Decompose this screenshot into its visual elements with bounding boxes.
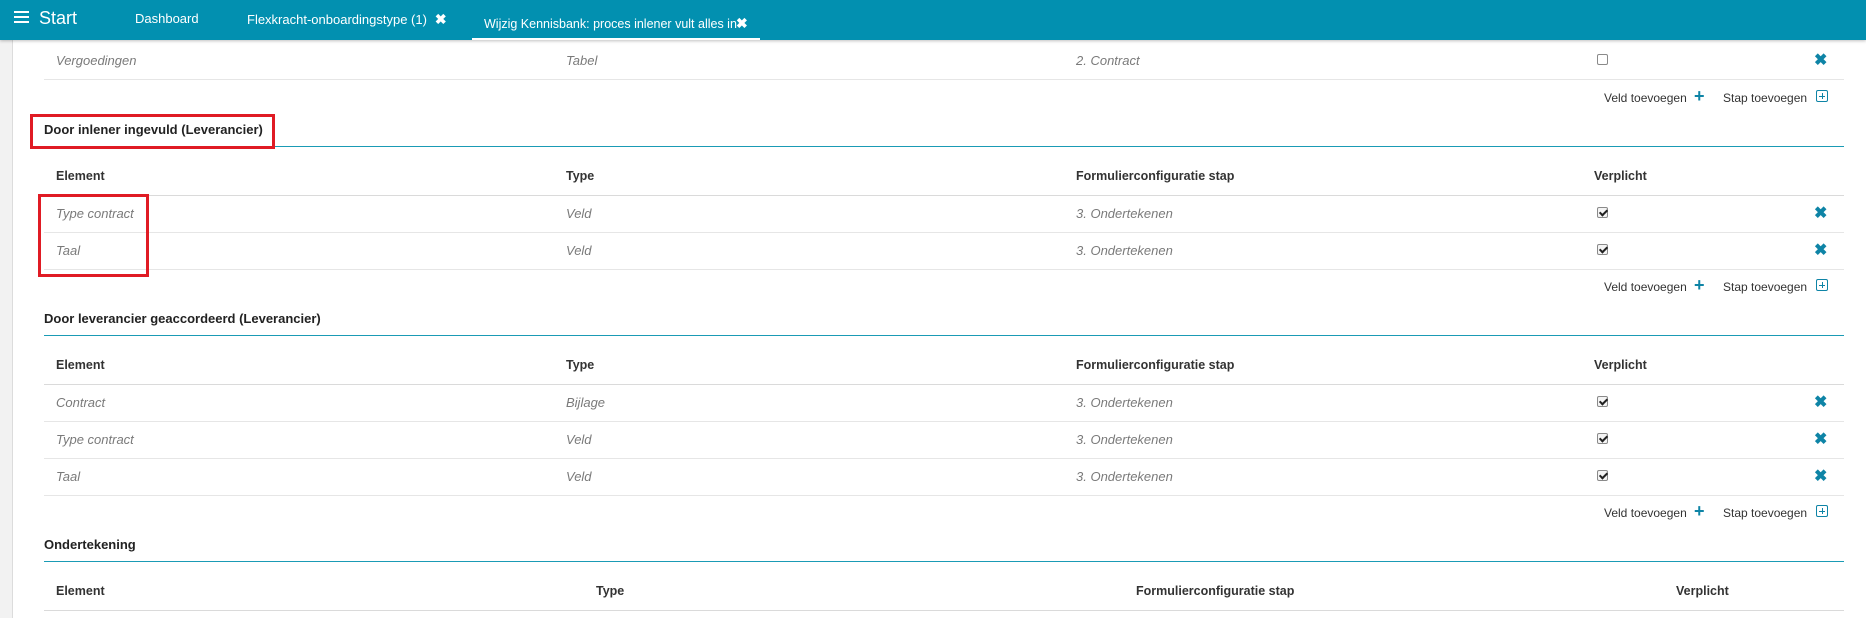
delete-icon[interactable]: ✖ <box>1814 392 1827 412</box>
delete-icon[interactable]: ✖ <box>1814 203 1827 223</box>
column-header-verplicht: Verplicht <box>1594 358 1647 372</box>
start-link[interactable]: Start <box>39 8 77 29</box>
tab-wijzig-kennisbank[interactable]: Wijzig Kennisbank: proces inlener vult a… <box>472 8 760 40</box>
verplicht-checkbox[interactable] <box>1597 470 1608 481</box>
verplicht-checkbox[interactable] <box>1597 396 1608 407</box>
plus-icon[interactable]: + <box>1694 501 1705 522</box>
close-icon[interactable]: ✖ <box>736 15 748 32</box>
tab-dashboard[interactable]: Dashboard <box>135 11 199 26</box>
verplicht-checkbox[interactable] <box>1597 207 1608 218</box>
column-header-verplicht: Verplicht <box>1594 169 1647 183</box>
stap-toevoegen-link[interactable]: Stap toevoegen <box>1723 280 1807 294</box>
column-header-stap: Formulierconfiguratie stap <box>1076 169 1235 183</box>
section-title: Ondertekening <box>44 537 136 552</box>
type-cell: Tabel <box>566 53 598 68</box>
column-header-element: Element <box>56 584 105 598</box>
section-actions: Veld toevoegen + Stap toevoegen <box>44 84 1844 112</box>
veld-toevoegen-link[interactable]: Veld toevoegen <box>1604 91 1687 105</box>
stap-cell: 3. Ondertekenen <box>1076 243 1173 258</box>
verplicht-checkbox[interactable] <box>1597 244 1608 255</box>
verplicht-checkbox[interactable] <box>1597 54 1608 65</box>
table-row: Contract Bijlage 3. Ondertekenen ✖ <box>44 384 1844 422</box>
type-cell: Veld <box>566 243 592 258</box>
stap-toevoegen-link[interactable]: Stap toevoegen <box>1723 506 1807 520</box>
section-title: Door leverancier geaccordeerd (Leveranci… <box>44 311 321 326</box>
highlight-box <box>38 194 149 277</box>
table-row: Vergoedingen Tabel 2. Contract ✖ <box>44 42 1844 80</box>
element-cell: Taal <box>56 469 81 484</box>
section-header: Door inlener ingevuld (Leverancier) <box>44 110 1844 147</box>
plus-icon[interactable]: + <box>1694 275 1705 296</box>
stap-cell: 3. Ondertekenen <box>1076 432 1173 447</box>
table-header: Element Type Formulierconfiguratie stap … <box>44 573 1844 611</box>
top-navigation-bar: Start Dashboard Flexkracht-onboardingsty… <box>0 0 1866 40</box>
veld-toevoegen-link[interactable]: Veld toevoegen <box>1604 280 1687 294</box>
type-cell: Veld <box>566 206 592 221</box>
stap-cell: 2. Contract <box>1076 53 1140 68</box>
add-box-icon[interactable] <box>1816 279 1828 291</box>
close-icon[interactable]: ✖ <box>435 11 447 27</box>
type-cell: Veld <box>566 432 592 447</box>
delete-icon[interactable]: ✖ <box>1814 240 1827 260</box>
table-row: Type contract Veld 3. Ondertekenen ✖ <box>44 195 1844 233</box>
stap-toevoegen-link[interactable]: Stap toevoegen <box>1723 91 1807 105</box>
stap-cell: 3. Ondertekenen <box>1076 206 1173 221</box>
column-header-stap: Formulierconfiguratie stap <box>1076 358 1235 372</box>
column-header-verplicht: Verplicht <box>1676 584 1729 598</box>
type-cell: Bijlage <box>566 395 606 410</box>
section-actions: Veld toevoegen + Stap toevoegen <box>44 499 1844 527</box>
left-rail <box>0 40 13 618</box>
tab-label: Wijzig Kennisbank: proces inlener vult a… <box>484 17 737 31</box>
delete-icon[interactable]: ✖ <box>1814 50 1827 70</box>
add-box-icon[interactable] <box>1816 505 1828 517</box>
table-header: Element Type Formulierconfiguratie stap … <box>44 158 1844 196</box>
tab-label: Dashboard <box>135 11 199 26</box>
tab-flexkracht-onboardingstype[interactable]: Flexkracht-onboardingstype (1) ✖ <box>247 11 447 28</box>
delete-icon[interactable]: ✖ <box>1814 466 1827 486</box>
column-header-type: Type <box>596 584 625 598</box>
section-header: Ondertekening <box>44 525 1844 562</box>
column-header-type: Type <box>566 169 595 183</box>
element-cell: Type contract <box>56 432 134 447</box>
type-cell: Veld <box>566 469 592 484</box>
section-actions: Veld toevoegen + Stap toevoegen <box>44 273 1844 301</box>
element-cell: Vergoedingen <box>56 53 137 68</box>
plus-icon[interactable]: + <box>1694 86 1705 107</box>
delete-icon[interactable]: ✖ <box>1814 429 1827 449</box>
column-header-stap: Formulierconfiguratie stap <box>1136 584 1295 598</box>
table-header: Element Type Formulierconfiguratie stap … <box>44 347 1844 385</box>
column-header-type: Type <box>566 358 595 372</box>
column-header-element: Element <box>56 358 105 372</box>
column-header-element: Element <box>56 169 105 183</box>
highlight-box <box>30 114 275 149</box>
table-row: Type contract Veld 3. Ondertekenen ✖ <box>44 421 1844 459</box>
table-row: Taal Veld 3. Ondertekenen ✖ <box>44 458 1844 496</box>
menu-icon[interactable] <box>14 11 29 23</box>
verplicht-checkbox[interactable] <box>1597 433 1608 444</box>
stap-cell: 3. Ondertekenen <box>1076 395 1173 410</box>
table-row: Taal Veld 3. Ondertekenen ✖ <box>44 232 1844 270</box>
element-cell: Contract <box>56 395 106 410</box>
stap-cell: 3. Ondertekenen <box>1076 469 1173 484</box>
add-box-icon[interactable] <box>1816 90 1828 102</box>
tab-label: Flexkracht-onboardingstype (1) <box>247 12 427 27</box>
section-header: Door leverancier geaccordeerd (Leveranci… <box>44 299 1844 336</box>
veld-toevoegen-link[interactable]: Veld toevoegen <box>1604 506 1687 520</box>
